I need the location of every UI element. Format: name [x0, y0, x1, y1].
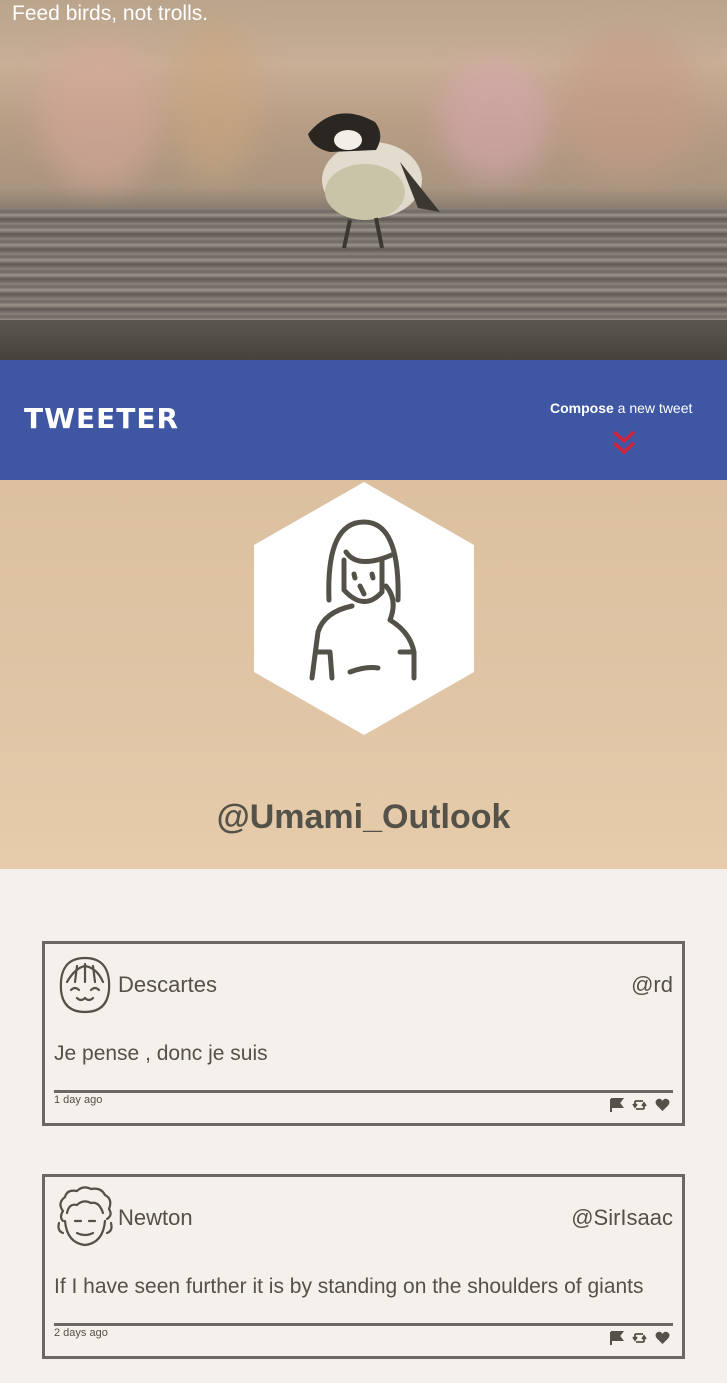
tweet-author-name[interactable]: Descartes [118, 972, 217, 998]
tweet-author-name[interactable]: Newton [118, 1205, 193, 1231]
compose-label: a new tweet [613, 400, 693, 416]
tweet-author-handle[interactable]: @rd [631, 972, 673, 998]
flag-icon[interactable] [609, 1331, 624, 1345]
tweet-actions [609, 1098, 670, 1112]
flag-icon[interactable] [609, 1098, 624, 1112]
bird-image [308, 113, 440, 249]
tweet-divider [54, 1323, 673, 1326]
hero-banner: Feed birds, not trolls. [0, 0, 727, 360]
hero-tagline: Feed birds, not trolls. [12, 2, 209, 25]
tweet-timestamp: 2 days ago [54, 1327, 108, 1339]
double-chevron-down-icon[interactable] [612, 430, 636, 456]
profile-handle: @Umami_Outlook [216, 798, 511, 836]
compose-link[interactable]: Compose a new tweet [550, 400, 692, 416]
tweet-content: Je pense , donc je suis [54, 1042, 268, 1065]
heart-icon[interactable] [655, 1098, 670, 1112]
tweet-author-handle[interactable]: @SirIsaac [571, 1205, 673, 1231]
profile-avatar[interactable] [254, 482, 474, 735]
retweet-icon[interactable] [632, 1098, 647, 1112]
app-logo[interactable]: TWEETER [24, 402, 179, 435]
compose-bold-label: Compose [550, 400, 614, 416]
retweet-icon[interactable] [632, 1331, 647, 1345]
tweet-content: If I have seen further it is by standing… [54, 1275, 644, 1298]
curly-hair-person-avatar-icon [57, 1186, 113, 1247]
smiling-person-avatar-icon [59, 956, 111, 1014]
heart-icon[interactable] [655, 1331, 670, 1345]
tweet-timestamp: 1 day ago [54, 1094, 103, 1106]
tweet-card: Newton @SirIsaac If I have seen further … [42, 1174, 685, 1359]
tweet-card: Descartes @rd Je pense , donc je suis 1 … [42, 941, 685, 1126]
tweet-divider [54, 1090, 673, 1093]
tweet-actions [609, 1331, 670, 1345]
